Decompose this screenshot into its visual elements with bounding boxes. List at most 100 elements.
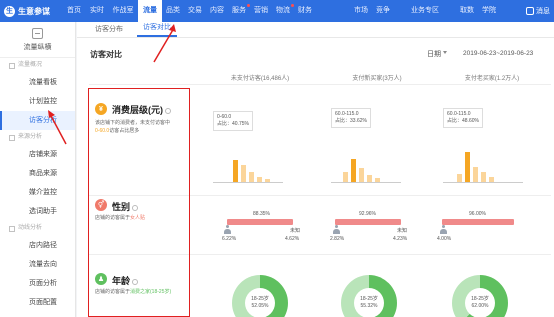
nav-item-academy[interactable]: 学院 xyxy=(478,0,500,22)
consume-tooltip: 60.0-115.0 占比：33.62% xyxy=(331,108,371,128)
nav-item-market[interactable]: 市场 xyxy=(350,0,372,22)
consume-bar xyxy=(465,152,470,182)
consume-tooltip-range: 0-60.0 xyxy=(217,114,232,120)
traffic-overview-icon xyxy=(32,27,43,39)
sidebar-item-page-config[interactable]: 页面配置 xyxy=(0,293,75,312)
consume-bar xyxy=(481,172,486,182)
consume-bar xyxy=(367,175,372,182)
male-pct: 6.22% xyxy=(222,236,237,242)
age-donut-center: 18-25岁 62.00% xyxy=(465,288,495,317)
chart-axis xyxy=(213,182,283,183)
unknown-label: 未知 xyxy=(397,228,408,234)
consume-bar xyxy=(359,168,364,182)
consume-tooltip: 60.0-115.0 占比：48.60% xyxy=(443,108,483,128)
male-person-icon xyxy=(333,225,340,234)
nav-item-home[interactable]: 首页 xyxy=(62,0,86,22)
sidebar-item-media-monitor[interactable]: 媒介监控 xyxy=(0,183,75,202)
consume-bar xyxy=(351,159,356,182)
consume-tooltip-pct: 占比：48.60% xyxy=(447,118,479,124)
female-bar xyxy=(227,219,293,225)
annotation-box xyxy=(88,88,190,317)
consume-bar xyxy=(233,160,238,182)
sidebar-item-traffic-exit[interactable]: 流量去向 xyxy=(0,255,75,274)
date-selector[interactable]: 日期 xyxy=(427,49,441,59)
age-range: 18-25岁 xyxy=(360,296,378,302)
nav-item-war-room[interactable]: 作战室 xyxy=(108,0,138,22)
age-donut: 18-25岁 62.00% xyxy=(452,275,508,317)
age-range: 18-25岁 xyxy=(251,296,269,302)
age-donut: 18-25岁 52.05% xyxy=(232,275,288,317)
tab-bar: 访客分布 访客对比 xyxy=(77,22,554,38)
age-pct: 62.00% xyxy=(471,303,489,309)
tab-visitor-distribution[interactable]: 访客分布 xyxy=(89,24,129,37)
message-label: 消息 xyxy=(536,8,550,15)
nav-item-data-fetch[interactable]: 取数 xyxy=(456,0,478,22)
consume-bar xyxy=(241,165,246,182)
sidebar-title: 流量纵横 xyxy=(23,43,52,51)
nav-item-realtime[interactable]: 实时 xyxy=(86,0,108,22)
main-nav: 首页 实时 作战室 流量 品类 交易 内容 服务 营销 物流 财务 市场 竞争 … xyxy=(62,0,500,22)
header-divider xyxy=(89,84,551,85)
sidebar-item-keyword-helper[interactable]: 选词助手 xyxy=(0,202,75,221)
consume-bar xyxy=(489,177,494,182)
nav-item-competition[interactable]: 竞争 xyxy=(372,0,394,22)
unknown-pct: 4.23% xyxy=(393,236,408,242)
nav-item-logistics-label: 物流 xyxy=(276,7,290,14)
age-donut-center: 18-25岁 55.32% xyxy=(354,288,384,317)
female-bar xyxy=(335,219,401,225)
male-pct: 2.82% xyxy=(330,236,345,242)
sidebar-item-traffic-board[interactable]: 流量看板 xyxy=(0,73,75,92)
sidebar-group-path: 动线分析 xyxy=(0,221,75,236)
consume-bar xyxy=(375,178,380,182)
nav-right: 消息 xyxy=(526,0,554,22)
unknown-pct: 4.62% xyxy=(285,236,300,242)
date-range: 2019-06-23~2019-06-23 xyxy=(463,50,534,57)
panel-title: 访客对比 xyxy=(90,50,122,59)
consume-tooltip-range: 60.0-115.0 xyxy=(335,111,359,117)
app-logo[interactable]: 生 生意参谋 xyxy=(0,5,62,17)
nav-item-trade[interactable]: 交易 xyxy=(184,0,206,22)
nav-item-marketing[interactable]: 营销 xyxy=(250,0,272,22)
sidebar-group-overview: 流量概况 xyxy=(0,58,75,73)
age-donut: 18-25岁 55.32% xyxy=(341,275,397,317)
consume-tooltip-pct: 占比：33.62% xyxy=(335,118,367,124)
column-header-unpaid: 未支付访客(16,486人) xyxy=(230,76,290,82)
nav-item-finance[interactable]: 财务 xyxy=(294,0,316,22)
consume-bar xyxy=(257,177,262,182)
female-pct: 92.96% xyxy=(359,211,376,217)
nav-item-business-zone[interactable]: 业务专区 xyxy=(408,0,442,22)
consume-bar xyxy=(343,172,348,182)
annotation-arrow xyxy=(153,24,176,63)
nav-item-category[interactable]: 品类 xyxy=(162,0,184,22)
age-pct: 52.05% xyxy=(251,303,269,309)
age-donut-center: 18-25岁 52.05% xyxy=(245,288,275,317)
message-button[interactable]: 消息 xyxy=(526,6,554,16)
nav-item-logistics[interactable]: 物流 xyxy=(272,0,294,22)
message-icon xyxy=(526,7,534,15)
consume-tooltip: 0-60.0 占比：40.75% xyxy=(213,111,253,131)
age-range: 18-25岁 xyxy=(471,296,489,302)
consume-tooltip-range: 60.0-115.0 xyxy=(447,111,471,117)
sidebar-item-shop-path[interactable]: 店内路径 xyxy=(0,236,75,255)
male-pct: 4.00% xyxy=(437,236,452,242)
male-person-icon xyxy=(440,225,447,234)
female-pct: 88.35% xyxy=(253,211,270,217)
top-nav-bar: 生 生意参谋 首页 实时 作战室 流量 品类 交易 内容 服务 营销 物流 财务… xyxy=(0,0,554,22)
annotation-arrow xyxy=(48,110,67,145)
consume-bar xyxy=(249,172,254,182)
nav-item-service[interactable]: 服务 xyxy=(228,0,250,22)
chevron-down-icon[interactable] xyxy=(443,51,447,54)
female-pct: 96.00% xyxy=(469,211,486,217)
sidebar-item-page-analysis[interactable]: 页面分析 xyxy=(0,274,75,293)
female-bar xyxy=(442,219,514,225)
nav-item-content[interactable]: 内容 xyxy=(206,0,228,22)
chart-axis xyxy=(443,182,523,183)
column-header-new-buyer: 支付新买家(3万人) xyxy=(352,76,402,82)
logo-icon: 生 xyxy=(4,5,15,17)
male-person-icon xyxy=(224,225,231,234)
nav-item-traffic[interactable]: 流量 xyxy=(138,0,162,22)
sidebar-item-product-source[interactable]: 商品来源 xyxy=(0,164,75,183)
logo-text: 生意参谋 xyxy=(18,6,50,16)
consume-bar xyxy=(473,167,478,182)
chart-axis xyxy=(331,182,401,183)
